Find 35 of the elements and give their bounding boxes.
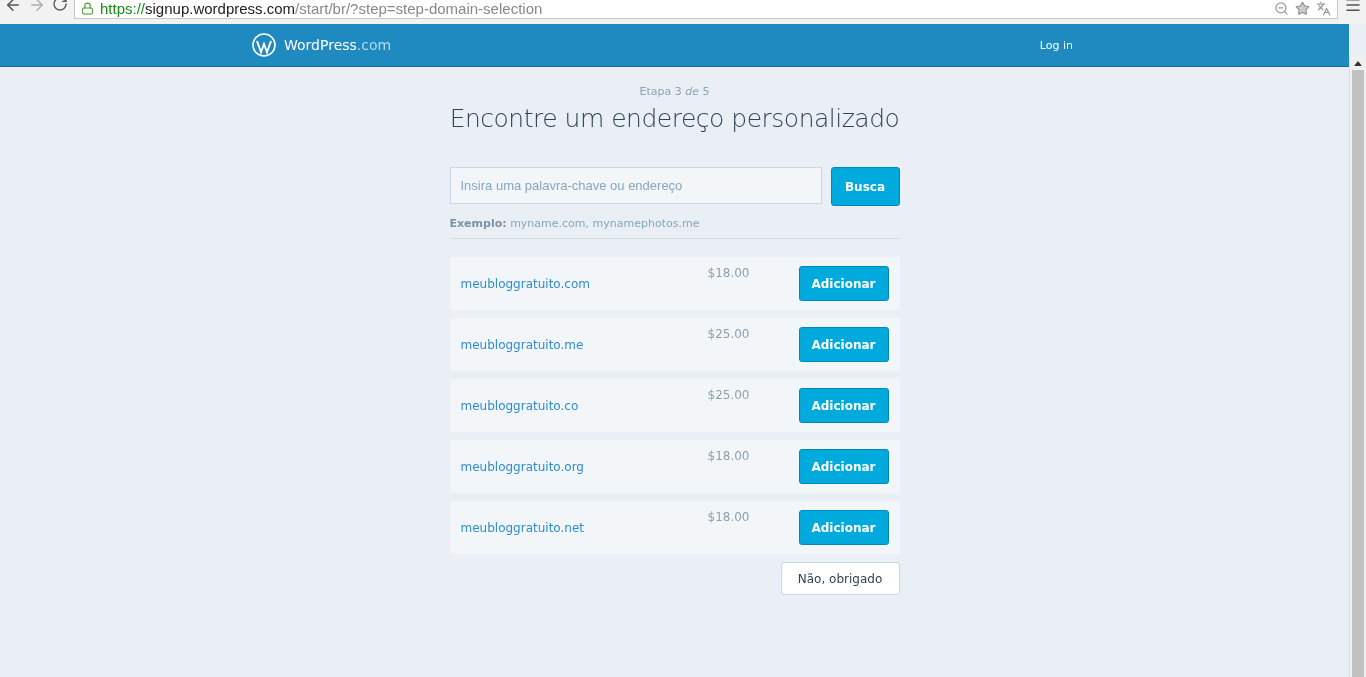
domain-price: $25.00 [707, 388, 750, 402]
forward-icon[interactable] [28, 0, 46, 14]
add-button[interactable]: Adicionar [798, 510, 889, 545]
wordpress-logo[interactable]: WordPress.com [252, 33, 392, 57]
menu-icon[interactable] [1344, 0, 1362, 14]
domain-name[interactable]: meubloggratuito.co [460, 398, 708, 413]
domain-name[interactable]: meubloggratuito.net [460, 520, 708, 535]
page-title: Encontre um endereço personalizado [449, 104, 900, 133]
example-hint: Exemplo: myname.com, mynamephotos.me [449, 217, 900, 239]
address-bar[interactable]: https://signup.wordpress.com/start/br/?step=step-domain-selection [74, 0, 1338, 19]
add-button[interactable]: Adicionar [798, 266, 889, 301]
reload-icon[interactable] [52, 0, 68, 12]
back-icon[interactable] [4, 0, 22, 14]
search-field[interactable]: Insira uma palavra-chave ou endereço [449, 167, 822, 204]
login-link[interactable]: Log in [1039, 38, 1073, 52]
lock-icon [81, 1, 94, 15]
domain-price: $25.00 [707, 327, 750, 341]
search-button[interactable]: Busca [830, 167, 900, 206]
domain-price: $18.00 [707, 449, 750, 463]
translate-icon[interactable] [1316, 0, 1331, 16]
add-button[interactable]: Adicionar [798, 388, 889, 423]
skip-button[interactable]: Não, obrigado [780, 562, 900, 595]
scroll-up-icon[interactable] [1354, 61, 1362, 66]
scrollbar[interactable] [1349, 57, 1366, 677]
domain-name[interactable]: meubloggratuito.org [460, 459, 708, 474]
domain-price: $18.00 [707, 266, 750, 280]
domain-price: $18.00 [707, 510, 750, 524]
domain-name[interactable]: meubloggratuito.com [460, 276, 708, 291]
star-icon[interactable] [1295, 0, 1310, 16]
logo-icon [252, 33, 276, 57]
step-indicator: Etapa 3 de 5 [638, 85, 711, 98]
add-button[interactable]: Adicionar [798, 327, 889, 362]
domain-name[interactable]: meubloggratuito.me [460, 337, 708, 352]
zoom-out-icon[interactable] [1274, 0, 1289, 16]
add-button[interactable]: Adicionar [798, 449, 889, 484]
